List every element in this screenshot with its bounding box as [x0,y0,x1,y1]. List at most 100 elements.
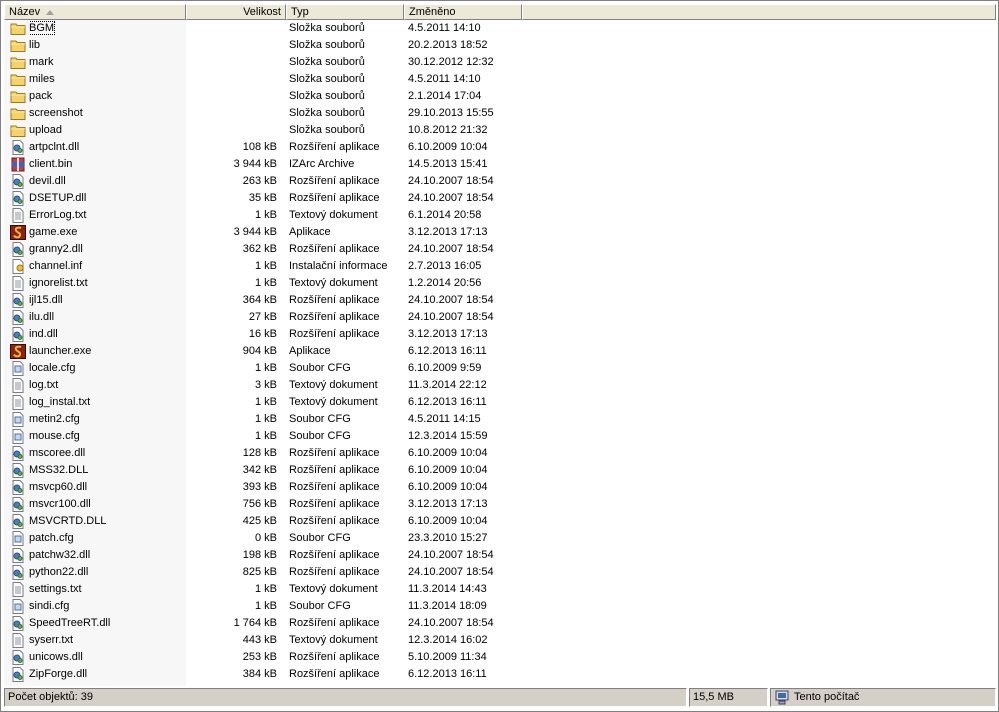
file-modified: 10.8.2012 21:32 [408,124,488,136]
file-size: 128 kB [242,447,277,459]
file-row[interactable]: channel.inf 1 kB Instalační informace 2.7.2… [4,258,996,275]
file-name: SpeedTreeRT.dll [29,617,111,629]
file-row[interactable]: mark Složka souborů 30.12.2012 12:32 [4,54,996,71]
explorer-window: Název Velikost Typ Změněno BGM Složka sou… [0,0,999,712]
file-name: BGM [29,21,56,35]
file-type: Soubor CFG [289,413,351,425]
dll-icon [10,547,26,564]
file-row[interactable]: screenshot Složka souborů 29.10.2013 15:55 [4,105,996,122]
file-row[interactable]: log_instal.txt 1 kB Textový dokument 6.12.2… [4,394,996,411]
file-row[interactable]: miles Složka souborů 4.5.2011 14:10 [4,71,996,88]
file-modified: 4.5.2011 14:15 [408,413,481,425]
file-modified: 3.12.2013 17:13 [408,328,488,340]
file-type: Rozšíření aplikace [289,498,380,510]
file-modified: 4.5.2011 14:10 [408,73,481,85]
file-row[interactable]: sindi.cfg 1 kB Soubor CFG 11.3.2014 18:09 [4,598,996,615]
file-modified: 5.10.2009 11:34 [408,651,487,663]
column-name-label: Název [9,6,41,18]
folder-icon [10,37,26,54]
file-modified: 24.10.2007 18:54 [408,192,494,204]
status-object-count: Počet objektů: 39 [4,688,687,707]
file-row[interactable]: DSETUP.dll 35 kB Rozšíření aplikace 24.10.2… [4,190,996,207]
file-type: Rozšíření aplikace [289,243,380,255]
file-row[interactable]: ErrorLog.txt 1 kB Textový dokument 6.1.2014… [4,207,996,224]
file-name: ijl15.dll [29,294,63,306]
file-row[interactable]: launcher.exe 904 kB Aplikace 6.12.2013 16:1… [4,343,996,360]
file-name: ZipForge.dll [29,668,88,680]
file-type: Rozšíření aplikace [289,515,380,527]
column-size-label: Velikost [243,6,281,18]
file-name: locale.cfg [29,362,76,374]
file-row[interactable]: unicows.dll 253 kB Rozšíření aplikace 5.10.… [4,649,996,666]
file-row[interactable]: client.bin 3 944 kB IZArc Archive 14.5.2013… [4,156,996,173]
file-row[interactable]: ignorelist.txt 1 kB Textový dokument 1.2.20… [4,275,996,292]
file-row[interactable]: MSVCRTD.DLL 425 kB Rozšíření aplikace 6.10.… [4,513,996,530]
file-type: Rozšíření aplikace [289,651,380,663]
file-name: DSETUP.dll [29,192,87,204]
column-header-name[interactable]: Název [4,4,186,20]
file-row[interactable]: msvcr100.dll 756 kB Rozšíření aplikace 3.12… [4,496,996,513]
file-size: 253 kB [242,651,277,663]
folder-icon [10,71,26,88]
file-size: 1 kB [254,209,277,221]
file-size: 1 764 kB [233,617,277,629]
file-modified: 3.12.2013 17:13 [408,498,488,510]
dll-icon [10,309,26,326]
file-type: Rozšíření aplikace [289,566,380,578]
column-header-type[interactable]: Typ [286,4,404,20]
file-row[interactable]: ind.dll 16 kB Rozšíření aplikace 3.12.2013 … [4,326,996,343]
file-row[interactable]: devil.dll 263 kB Rozšíření aplikace 24.10.2… [4,173,996,190]
cfg-icon [10,530,26,547]
file-row[interactable]: pack Složka souborů 2.1.2014 17:04 [4,88,996,105]
file-row[interactable]: settings.txt 1 kB Textový dokument 11.3.201… [4,581,996,598]
file-size: 1 kB [254,430,277,442]
file-type: Rozšíření aplikace [289,549,380,561]
file-modified: 12.3.2014 15:59 [408,430,488,442]
file-type: Rozšíření aplikace [289,311,380,323]
file-row[interactable]: granny2.dll 362 kB Rozšíření aplikace 24.10… [4,241,996,258]
file-row[interactable]: artpclnt.dll 108 kB Rozšíření aplikace 6.10… [4,139,996,156]
file-modified: 24.10.2007 18:54 [408,566,494,578]
file-type: Textový dokument [289,396,378,408]
file-modified: 4.5.2011 14:10 [408,22,481,34]
dll-icon [10,326,26,343]
file-row[interactable]: mouse.cfg 1 kB Soubor CFG 12.3.2014 15:59 [4,428,996,445]
status-size-text: 15,5 MB [693,691,734,703]
file-size: 198 kB [242,549,277,561]
file-row[interactable]: ZipForge.dll 384 kB Rozšíření aplikace 6.12… [4,666,996,683]
file-row[interactable]: mscoree.dll 128 kB Rozšíření aplikace 6.10.… [4,445,996,462]
file-row[interactable]: metin2.cfg 1 kB Soubor CFG 4.5.2011 14:15 [4,411,996,428]
file-row[interactable]: MSS32.DLL 342 kB Rozšíření aplikace 6.10.20… [4,462,996,479]
file-type: Rozšíření aplikace [289,141,380,153]
file-row[interactable]: ilu.dll 27 kB Rozšíření aplikace 24.10.2007… [4,309,996,326]
file-row[interactable]: log.txt 3 kB Textový dokument 11.3.2014 22:… [4,377,996,394]
file-row[interactable]: patch.cfg 0 kB Soubor CFG 23.3.2010 15:27 [4,530,996,547]
file-name: ilu.dll [29,311,55,323]
file-row[interactable]: game.exe 3 944 kB Aplikace 3.12.2013 17:13 [4,224,996,241]
file-size: 3 944 kB [233,158,277,170]
column-header-size[interactable]: Velikost [186,4,286,20]
file-type: Rozšíření aplikace [289,617,380,629]
dll-icon [10,190,26,207]
file-size: 393 kB [242,481,277,493]
file-row[interactable]: locale.cfg 1 kB Soubor CFG 6.10.2009 9:59 [4,360,996,377]
file-row[interactable]: SpeedTreeRT.dll 1 764 kB Rozšíření aplikac… [4,615,996,632]
file-modified: 12.3.2014 16:02 [408,634,488,646]
file-row[interactable]: python22.dll 825 kB Rozšíření aplikace 24.1… [4,564,996,581]
file-size: 1 kB [254,277,277,289]
file-row[interactable]: lib Složka souborů 20.2.2013 18:52 [4,37,996,54]
file-row[interactable]: ijl15.dll 364 kB Rozšíření aplikace 24.10.2… [4,292,996,309]
file-modified: 11.3.2014 14:43 [408,583,487,595]
file-type: Soubor CFG [289,362,351,374]
file-row[interactable]: BGM Složka souborů 4.5.2011 14:10 [4,20,996,37]
file-list[interactable]: BGM Složka souborů 4.5.2011 14:10 lib Složka… [4,20,996,686]
file-size: 3 kB [254,379,277,391]
file-name: ignorelist.txt [29,277,88,289]
file-row[interactable]: syserr.txt 443 kB Textový dokument 12.3.201… [4,632,996,649]
column-header-modified[interactable]: Změněno [404,4,522,20]
file-size: 35 kB [248,192,277,204]
file-row[interactable]: patchw32.dll 198 kB Rozšíření aplikace 24.1… [4,547,996,564]
file-row[interactable]: msvcp60.dll 393 kB Rozšíření aplikace 6.10.… [4,479,996,496]
file-row[interactable]: upload Složka souborů 10.8.2012 21:32 [4,122,996,139]
file-name: granny2.dll [29,243,83,255]
